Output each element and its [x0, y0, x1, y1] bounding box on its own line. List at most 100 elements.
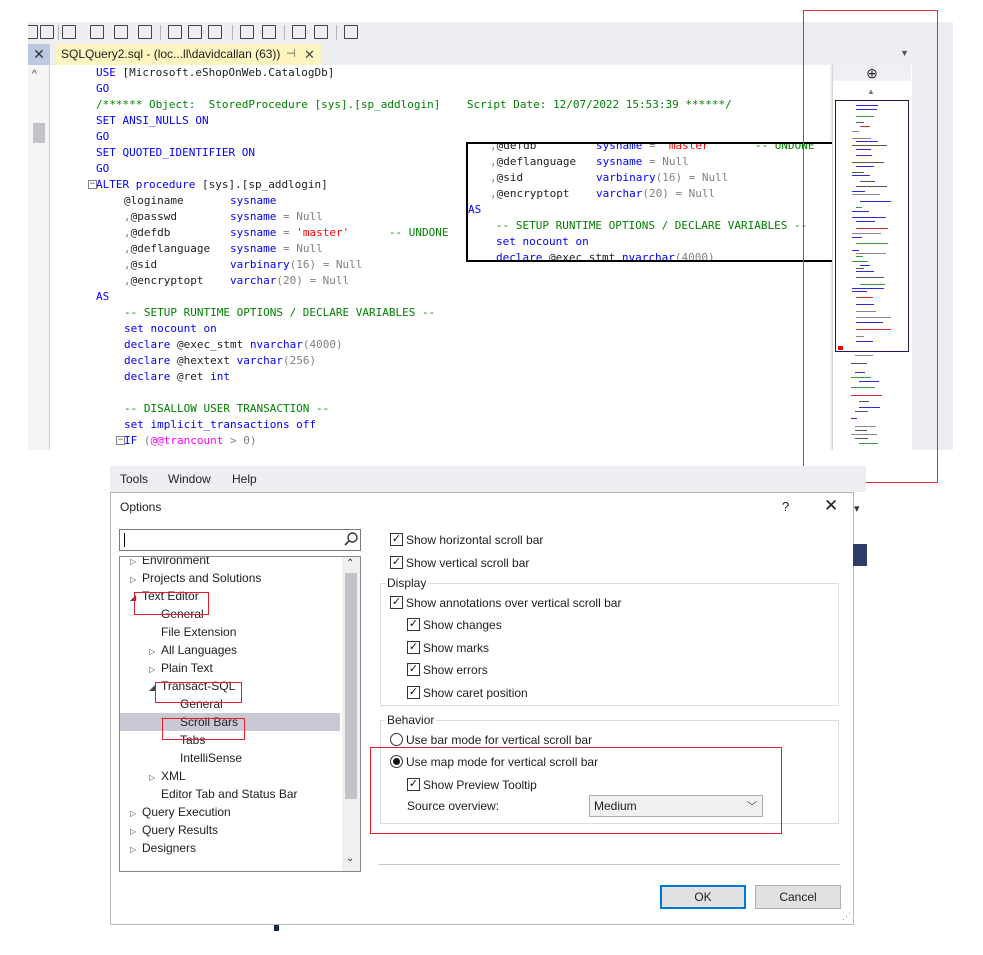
- tree-item[interactable]: ▷ XML: [120, 767, 340, 785]
- close-button[interactable]: ✕: [824, 496, 838, 516]
- tree-item[interactable]: ▷ Query Execution: [120, 803, 340, 821]
- toolbar-icon[interactable]: [138, 25, 152, 39]
- tree-item[interactable]: ▷ All Languages: [120, 641, 340, 659]
- code-line[interactable]: ,@encryptopt varchar(20) = Null: [124, 273, 349, 289]
- code-line[interactable]: ,@deflanguage sysname = Null: [124, 241, 323, 257]
- tree-item-label: Editor Tab and Status Bar: [161, 787, 298, 801]
- show-horizontal-checkbox[interactable]: ✓: [390, 533, 403, 546]
- toolbar-icon[interactable]: [240, 25, 254, 39]
- resize-grip-icon[interactable]: ⋰: [842, 911, 851, 922]
- code-line[interactable]: GO: [96, 161, 109, 177]
- scroll-thumb[interactable]: [345, 573, 357, 799]
- scroll-thumb[interactable]: [33, 123, 45, 143]
- show-vertical-checkbox[interactable]: ✓: [390, 556, 403, 569]
- code-line[interactable]: declare @exec_stmt nvarchar(4000): [124, 337, 343, 353]
- code-line[interactable]: − ALTER procedure [sys].[sp_addlogin]: [88, 177, 328, 193]
- toolbar-icon[interactable]: [168, 25, 182, 39]
- code-line[interactable]: declare @hextext varchar(256): [124, 353, 316, 369]
- tab-sqlquery2[interactable]: SQLQuery2.sql - (loc...ll\davidcallan (6…: [56, 44, 321, 65]
- tree-item[interactable]: ▷ Projects and Solutions: [120, 569, 340, 587]
- divider: [379, 864, 840, 865]
- ok-button[interactable]: OK: [660, 885, 746, 909]
- code-line[interactable]: GO: [96, 129, 109, 145]
- dialog-title: Options: [120, 500, 162, 514]
- toolbar-icon[interactable]: [28, 25, 38, 39]
- search-icon[interactable]: [343, 531, 359, 547]
- tree-item-label: Query Results: [142, 823, 219, 837]
- chevron-up-icon[interactable]: ^: [32, 69, 37, 80]
- code-line[interactable]: AS: [96, 289, 109, 305]
- chevron-up-icon[interactable]: ⌃: [346, 558, 354, 569]
- code-line[interactable]: ,@defdb sysname = 'master' -- UNDONE: [124, 225, 449, 241]
- highlight-scroll-bars: [162, 718, 245, 740]
- tree-item[interactable]: ▷ Environment: [120, 557, 340, 569]
- toolbar-icon[interactable]: [292, 25, 306, 39]
- show-errors-checkbox[interactable]: ✓: [407, 663, 420, 676]
- chevron-down-icon[interactable]: ⌄: [346, 853, 354, 864]
- code-line[interactable]: SET ANSI_NULLS ON: [96, 113, 209, 129]
- toolbar-icon[interactable]: [314, 25, 328, 39]
- left-panel-scrollbar[interactable]: ^: [28, 65, 50, 450]
- tree-item[interactable]: IntelliSense: [120, 749, 340, 767]
- code-line[interactable]: set implicit_transactions off: [124, 417, 316, 433]
- background-window-strip: ▾: [853, 492, 867, 582]
- tree-item-label: File Extension: [161, 625, 237, 639]
- code-line[interactable]: @loginame sysname: [124, 193, 276, 209]
- menu-tools[interactable]: Tools: [120, 472, 148, 486]
- pin-icon[interactable]: ⊣: [286, 44, 296, 65]
- background-fragment: [274, 925, 279, 931]
- show-changes-checkbox[interactable]: ✓: [407, 618, 420, 631]
- toolbar-icon[interactable]: [40, 25, 54, 39]
- highlight-scrollbar-outline: [803, 10, 938, 483]
- show-annotations-checkbox[interactable]: ✓: [390, 596, 403, 609]
- show-marks-checkbox[interactable]: ✓: [407, 641, 420, 654]
- preview-line: ,@encryptopt varchar(20) = Null: [490, 187, 716, 200]
- code-line[interactable]: set nocount on: [124, 321, 217, 337]
- toolbar-icon[interactable]: [344, 25, 358, 39]
- code-line[interactable]: declare @ret int: [124, 369, 230, 385]
- show-caret-checkbox[interactable]: ✓: [407, 686, 420, 699]
- code-line[interactable]: -- DISALLOW USER TRANSACTION --: [124, 401, 329, 417]
- collapse-icon[interactable]: −: [116, 436, 125, 445]
- collapsed-arrow-icon[interactable]: ▷: [130, 841, 142, 859]
- code-line[interactable]: GO: [96, 81, 109, 97]
- menu-help[interactable]: Help: [232, 472, 257, 486]
- toolbar-icon[interactable]: [188, 25, 202, 39]
- tree-item[interactable]: File Extension: [120, 623, 340, 641]
- tree-item[interactable]: ▷ Designers: [120, 839, 340, 857]
- tree-scrollbar[interactable]: ⌃ ⌄: [342, 557, 360, 871]
- toolbar-icon[interactable]: [114, 25, 128, 39]
- tree-item-label: Query Execution: [142, 805, 231, 819]
- options-dialog: Options ? ✕ ▷ Environment ▷ Projects and So…: [110, 492, 854, 925]
- toolbar-icon[interactable]: [262, 25, 276, 39]
- toolbar-icon[interactable]: [208, 25, 222, 39]
- preview-line: -- SETUP RUNTIME OPTIONS / DECLARE VARIA…: [496, 219, 808, 232]
- code-line[interactable]: USE [Microsoft.eShopOnWeb.CatalogDb]: [96, 65, 334, 81]
- cancel-button[interactable]: Cancel: [755, 885, 841, 909]
- show-errors-label: Show errors: [423, 663, 488, 677]
- tree-item[interactable]: ▷ Plain Text: [120, 659, 340, 677]
- code-line[interactable]: ,@passwd sysname = Null: [124, 209, 323, 225]
- options-search-input[interactable]: [119, 529, 361, 551]
- toolbar-icon[interactable]: [90, 25, 104, 39]
- code-line[interactable]: /****** Object: StoredProcedure [sys].[s…: [96, 97, 732, 113]
- code-line[interactable]: SET QUOTED_IDENTIFIER ON: [96, 145, 255, 161]
- collapse-icon[interactable]: −: [88, 180, 97, 189]
- tree-item[interactable]: Editor Tab and Status Bar: [120, 785, 340, 803]
- tree-item[interactable]: ▷ Query Results: [120, 821, 340, 839]
- menu-window[interactable]: Window: [168, 472, 211, 486]
- close-tab-icon[interactable]: ✕: [304, 44, 315, 65]
- preview-line: ,@deflanguage sysname = Null: [490, 155, 689, 168]
- code-line[interactable]: ,@sid varbinary(16) = Null: [124, 257, 362, 273]
- highlight-transact-sql: [155, 682, 242, 703]
- code-line[interactable]: -- SETUP RUNTIME OPTIONS / DECLARE VARIA…: [124, 305, 435, 321]
- tree-item-label: Designers: [142, 841, 197, 855]
- help-button[interactable]: ?: [782, 499, 789, 514]
- toolbar-icon[interactable]: [62, 25, 76, 39]
- close-icon[interactable]: ✕: [28, 44, 50, 65]
- bar-mode-radio[interactable]: [390, 733, 403, 746]
- preview-line: ,@defdb sysname = 'master' -- UNDONE: [490, 142, 815, 152]
- code-line[interactable]: − IF (@@trancount > 0): [116, 433, 256, 449]
- preview-line: AS: [468, 203, 482, 216]
- preview-tooltip: ,@defdb sysname = 'master' -- UNDONE ,@de…: [466, 142, 834, 262]
